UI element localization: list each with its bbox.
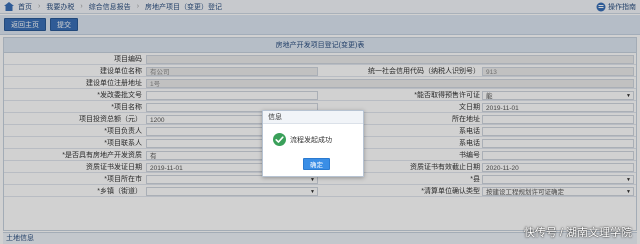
dialog-message: 流程发起成功 <box>290 136 332 144</box>
watermark: 快传号 / 湖南文理学院 <box>523 227 632 239</box>
confirm-button[interactable]: 确定 <box>303 158 330 170</box>
dialog-title: 信息 <box>263 111 363 124</box>
info-dialog: 信息 流程发起成功 确定 <box>262 110 364 177</box>
dialog-body: 流程发起成功 <box>273 133 332 146</box>
success-check-icon <box>273 133 286 146</box>
